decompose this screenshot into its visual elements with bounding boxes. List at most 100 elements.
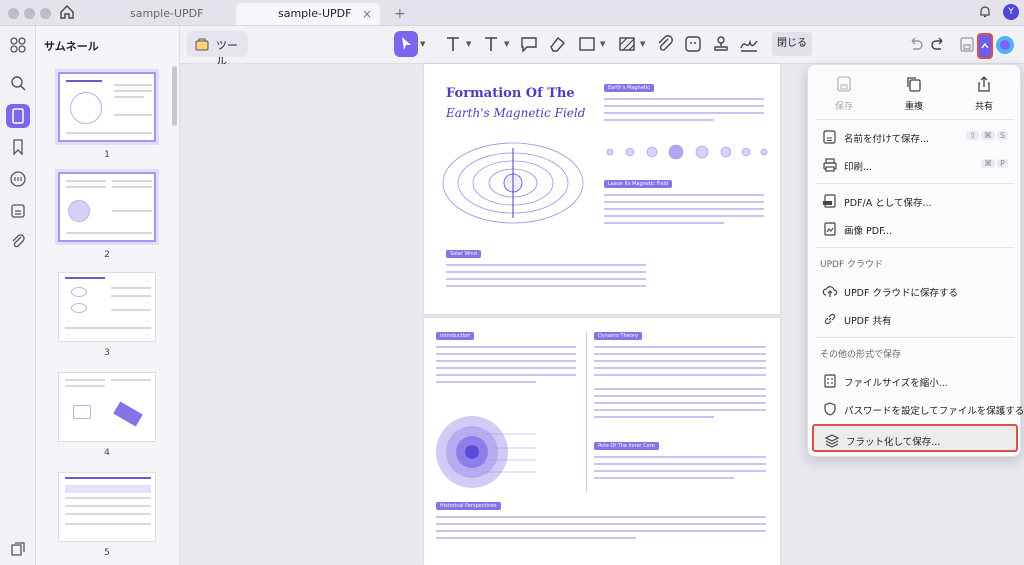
hatch-icon[interactable] xyxy=(616,33,638,55)
menu-save-button[interactable]: 保存 xyxy=(814,75,874,112)
ai-assistant-icon[interactable] xyxy=(994,34,1016,56)
panel-title: サムネール xyxy=(44,40,99,53)
chevron-down-icon[interactable]: ▼ xyxy=(600,40,605,48)
print-icon xyxy=(823,158,837,172)
pdf-page-2[interactable]: Introduction Historical Perspectives Dyn… xyxy=(424,318,780,565)
pdf-page-1[interactable]: Formation Of The Earth's Magnetic Field … xyxy=(424,64,780,314)
tab-document-2[interactable]: sample-UPDF × xyxy=(236,3,380,25)
save-as-icon xyxy=(823,130,836,144)
menu-item-label: PDF/A として保存... xyxy=(844,198,932,209)
search-icon[interactable] xyxy=(9,74,27,92)
section-title-cloud: UPDF クラウド xyxy=(820,260,883,270)
thumbnail-panel: サムネール 1 2 3 4 5 xyxy=(36,26,180,565)
chevron-down-icon[interactable]: ▼ xyxy=(466,40,471,48)
form-icon[interactable] xyxy=(9,202,27,220)
thumbnail-page-5[interactable] xyxy=(58,472,156,542)
menu-item-label: ファイルサイズを縮小... xyxy=(844,378,948,389)
scrollbar[interactable] xyxy=(172,66,177,126)
chevron-down-icon[interactable]: ▼ xyxy=(504,40,509,48)
menu-divider xyxy=(816,119,1014,120)
redo-icon[interactable] xyxy=(928,33,950,55)
thumbnail-page-3[interactable] xyxy=(58,272,156,342)
menu-item-label: 印刷... xyxy=(844,162,873,173)
toolbox-icon xyxy=(195,38,209,51)
magnetic-field-diagram xyxy=(442,142,584,224)
page-number: 4 xyxy=(104,448,110,458)
thumbnail-page-4[interactable] xyxy=(58,372,156,442)
tools-button[interactable]: ツール xyxy=(186,31,248,68)
attachment-icon[interactable] xyxy=(654,33,676,55)
save-icon[interactable] xyxy=(956,33,978,55)
page-subtitle: Earth's Magnetic Field xyxy=(446,106,586,120)
menu-item-save-as[interactable]: 名前を付けて保存... ⇧ ⌘ S xyxy=(812,123,1018,151)
chevron-down-icon[interactable]: ▼ xyxy=(420,40,425,48)
chevron-down-icon[interactable]: ▼ xyxy=(640,40,645,48)
menu-item-save-pdfa[interactable]: PDF/A として保存... xyxy=(812,187,1018,215)
thumbnail-page-1[interactable] xyxy=(58,72,156,142)
thumbnails-icon[interactable] xyxy=(6,104,30,128)
menu-item-reduce-size[interactable]: ファイルサイズを縮小... xyxy=(812,367,1018,395)
sticker-icon[interactable] xyxy=(682,33,704,55)
text-icon[interactable] xyxy=(442,33,464,55)
attachment-icon[interactable] xyxy=(9,232,27,250)
menu-share-button[interactable]: 共有 xyxy=(954,75,1014,112)
section-heading: Introduction xyxy=(436,332,475,340)
menu-item-label: フラット化して保存... xyxy=(846,437,941,448)
page-number: 2 xyxy=(104,250,110,260)
cloud-upload-icon xyxy=(822,286,838,297)
bookmark-icon[interactable] xyxy=(9,138,27,156)
thumbnail-page-2[interactable] xyxy=(58,172,156,242)
tab-close-icon[interactable]: × xyxy=(362,3,372,25)
stamp-icon[interactable] xyxy=(710,33,732,55)
section-heading: Leave Its Magnetic Field xyxy=(604,180,673,188)
grid-icon[interactable] xyxy=(9,36,27,54)
menu-item-flatten-save[interactable]: フラット化して保存... xyxy=(812,424,1018,452)
home-icon[interactable] xyxy=(59,4,75,20)
text-box-icon[interactable] xyxy=(480,33,502,55)
eraser-icon[interactable] xyxy=(546,33,568,55)
comment-icon[interactable] xyxy=(9,170,27,188)
menu-divider xyxy=(816,247,1014,248)
section-heading: Historical Perspectives xyxy=(436,502,501,510)
menu-item-print[interactable]: 印刷... ⌘ P xyxy=(812,151,1018,179)
undo-icon[interactable] xyxy=(904,33,926,55)
save-menu: 保存 重複 共有 名前を付けて保存... ⇧ ⌘ S 印刷... ⌘ P PDF/A … xyxy=(807,64,1024,457)
rectangle-icon[interactable] xyxy=(576,33,598,55)
title-bar: sample-UPDF sample-UPDF × + Y xyxy=(0,0,1024,26)
menu-item-image-pdf[interactable]: 画像 PDF... xyxy=(812,215,1018,243)
bell-icon[interactable] xyxy=(978,5,992,19)
section-title-other-formats: その他の形式で保存 xyxy=(820,350,902,360)
comment-icon[interactable] xyxy=(518,33,540,55)
save-menu-toggle-button[interactable] xyxy=(977,33,993,59)
compress-icon xyxy=(824,374,836,388)
share-icon xyxy=(978,76,990,92)
new-tab-button[interactable]: + xyxy=(382,3,418,25)
avatar[interactable]: Y xyxy=(1003,4,1019,20)
close-tools-button[interactable]: 閉じる xyxy=(772,32,812,56)
tab-label: sample-UPDF xyxy=(278,7,352,20)
menu-item-save-to-cloud[interactable]: UPDF クラウドに保存する xyxy=(812,277,1018,305)
signature-icon[interactable] xyxy=(738,33,760,55)
layers-icon[interactable] xyxy=(9,540,27,558)
page-title: Formation Of The xyxy=(446,86,575,101)
close-window-button[interactable] xyxy=(8,8,19,19)
menu-divider xyxy=(816,337,1014,338)
section-heading: Role Of The Inner Core xyxy=(594,442,659,450)
protect-icon xyxy=(824,402,836,416)
menu-item-label: 名前を付けて保存... xyxy=(844,134,930,145)
section-heading: Dynamo Theory xyxy=(594,332,642,340)
select-tool-button[interactable] xyxy=(394,31,418,57)
pdfa-icon xyxy=(823,194,836,208)
menu-item-updf-share[interactable]: UPDF 共有 xyxy=(812,305,1018,333)
shortcut: ⌘ P xyxy=(979,159,1008,168)
tab-document-1[interactable]: sample-UPDF xyxy=(118,3,215,25)
toolbar: ツール ▼ ▼ ▼ ▼ ▼ 閉じる xyxy=(180,26,1024,68)
menu-item-label: UPDF 共有 xyxy=(844,316,892,327)
menu-duplicate-button[interactable]: 重複 xyxy=(884,75,944,112)
section-heading: Solar Wind xyxy=(446,250,481,258)
image-pdf-icon xyxy=(824,222,836,236)
menu-item-protect-password[interactable]: パスワードを設定してファイルを保護する... xyxy=(812,395,1024,423)
minimize-window-button[interactable] xyxy=(24,8,35,19)
earth-core-diagram xyxy=(436,416,536,488)
zoom-window-button[interactable] xyxy=(40,8,51,19)
